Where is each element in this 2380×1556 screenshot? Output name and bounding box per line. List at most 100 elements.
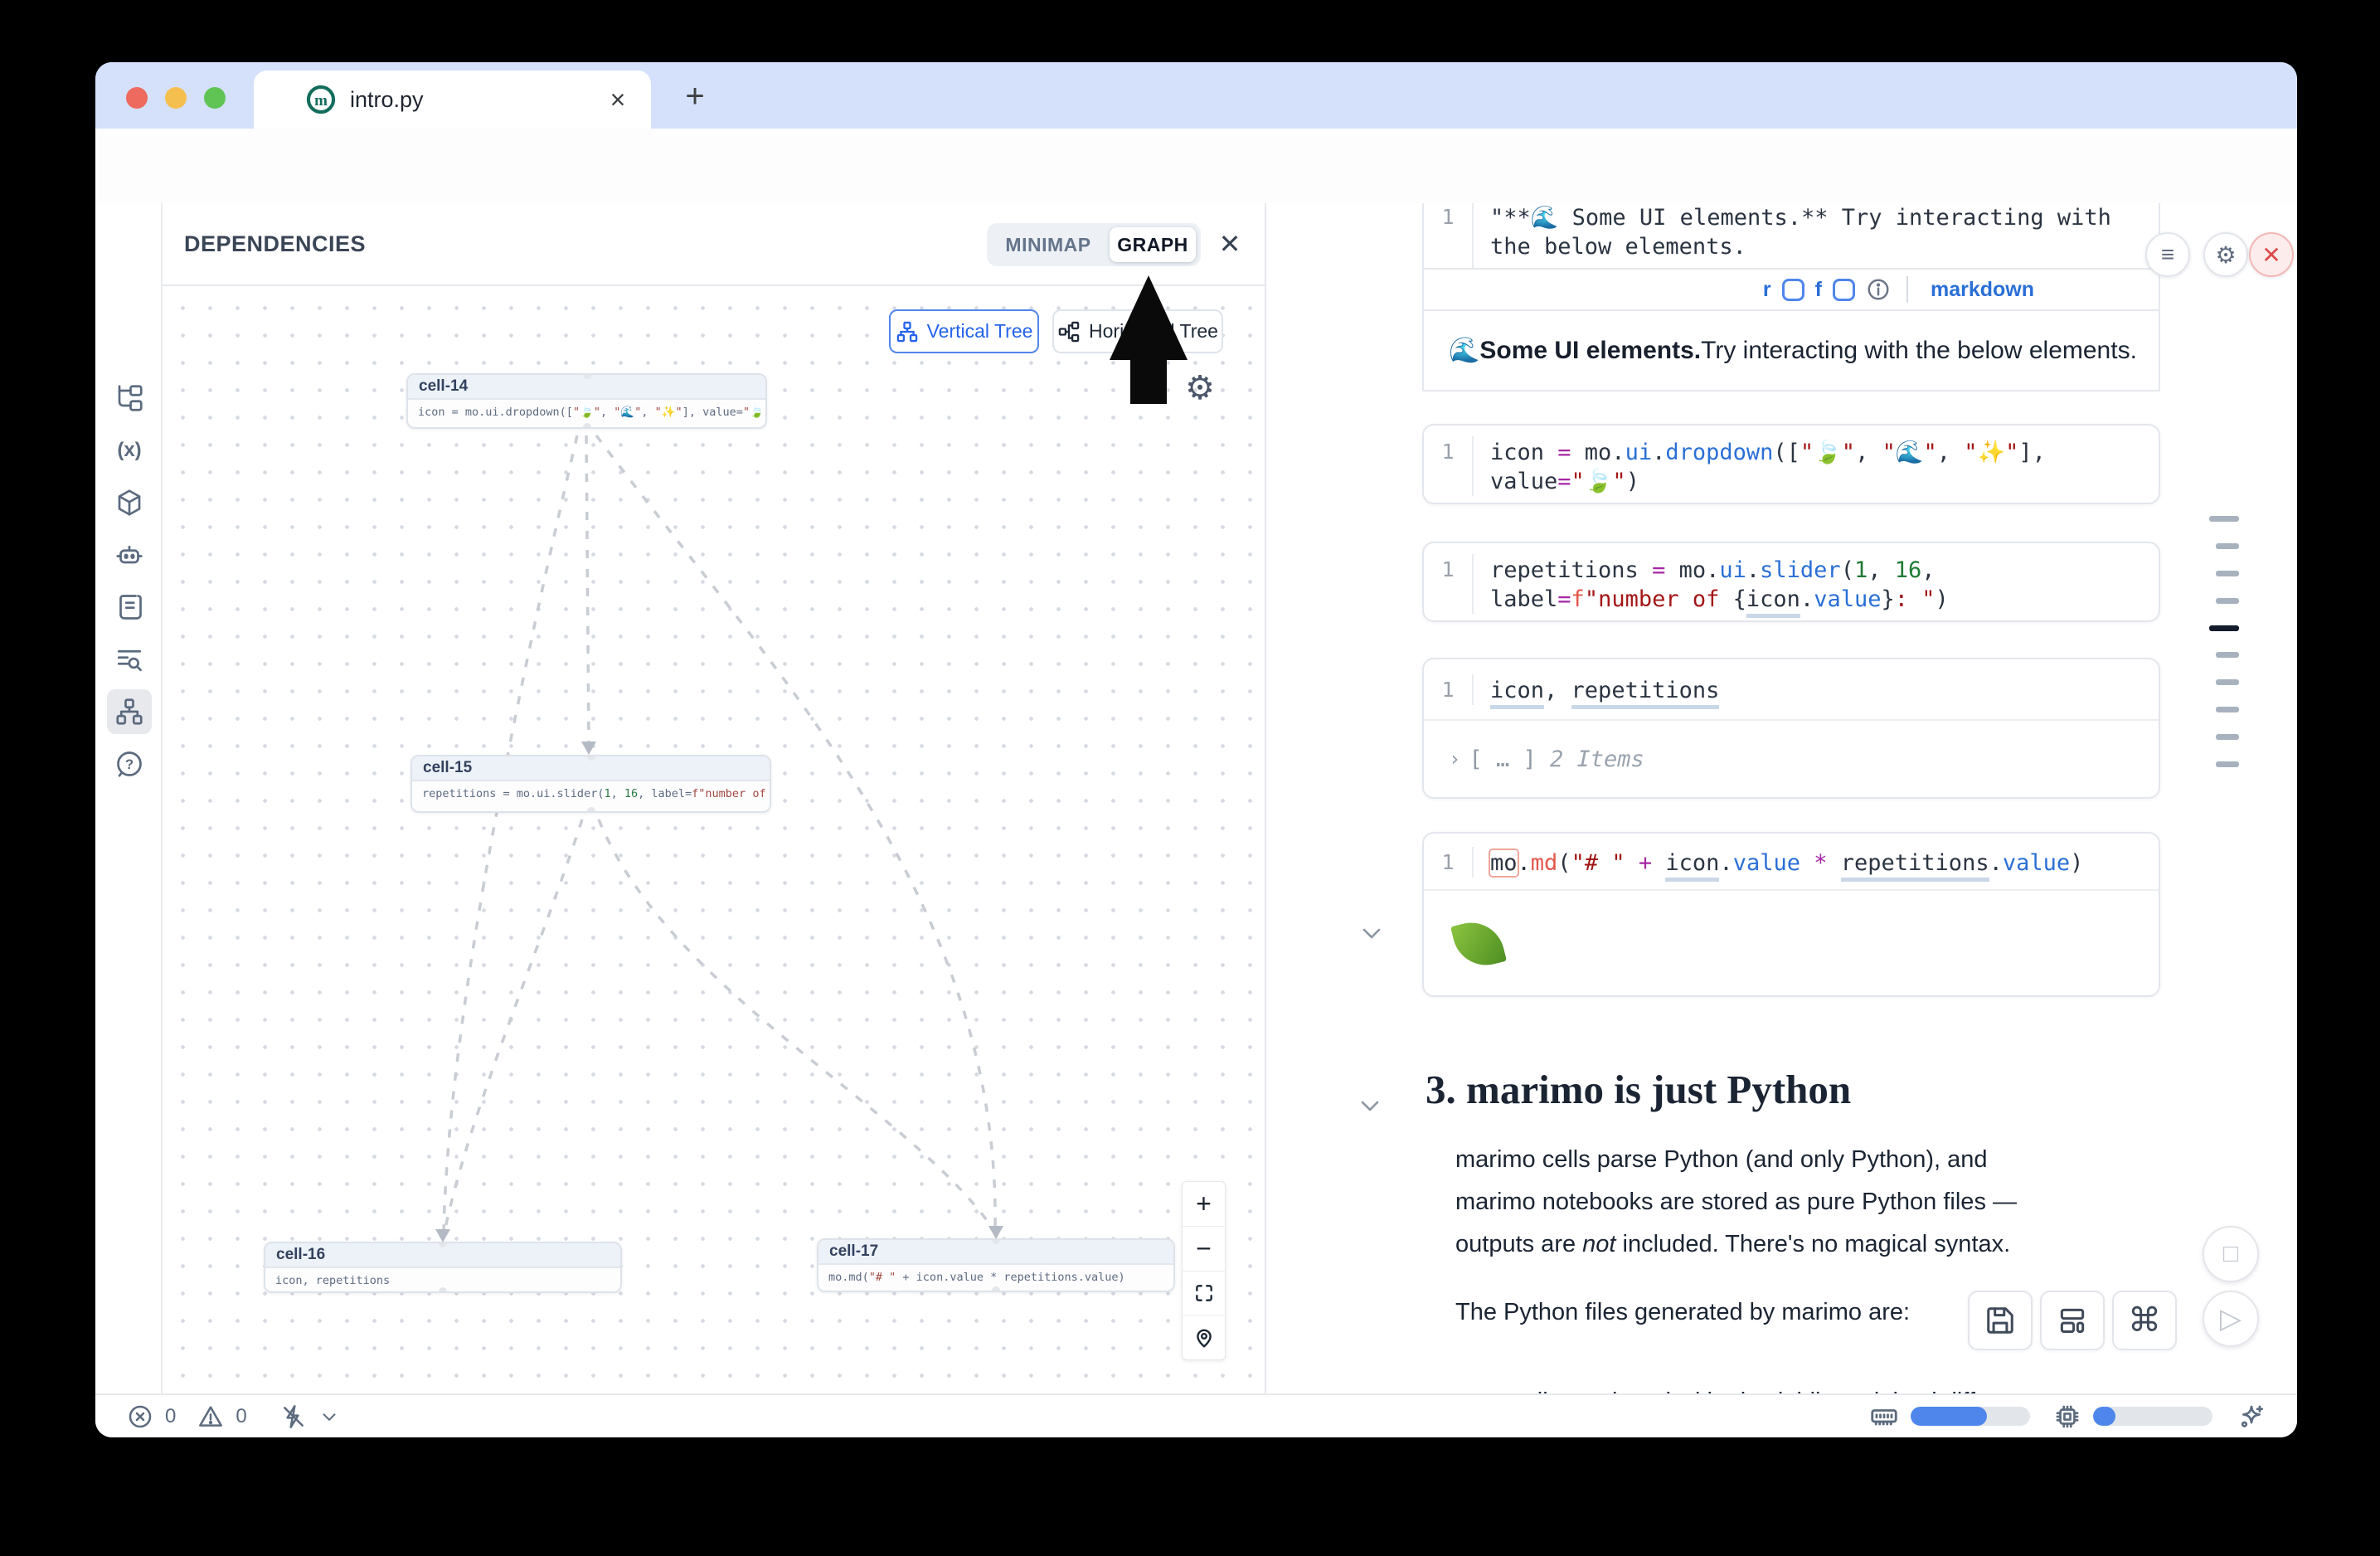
markdown-cell-container: 1 "**🌊 Some UI elements.** Try interacti…: [1422, 203, 2160, 391]
zoom-out-button[interactable]: −: [1183, 1227, 1225, 1272]
minimap-cell-marker[interactable]: [2216, 652, 2239, 658]
line-number: 1: [1424, 436, 1472, 496]
layout-toggle-button[interactable]: [2040, 1291, 2105, 1350]
code-cell-slider[interactable]: 1 repetitions = mo.ui.slider(1, 16, labe…: [1422, 542, 2160, 622]
section-collapse-chevron-icon[interactable]: [1356, 1097, 1384, 1116]
traffic-zoom-button[interactable]: [204, 87, 226, 109]
format-toggle-label: f: [1815, 278, 1822, 302]
tab-title: intro.py: [350, 87, 424, 113]
browser-toolbar: localhost:2718 Guest ⋮: [95, 129, 2297, 203]
cell-info-icon[interactable]: [1866, 277, 1891, 302]
dependencies-panel: DEPENDENCIES MINIMAP GRAPH ✕: [163, 203, 1266, 1393]
graph-node-cell-16[interactable]: cell-16 icon, repetitions: [264, 1242, 622, 1293]
stop-button[interactable]: □: [2203, 1226, 2259, 1282]
node-title[interactable]: cell-15: [412, 756, 770, 781]
scroll-icon: [114, 592, 144, 622]
sidebar-item-packages[interactable]: [107, 480, 152, 525]
vertical-tree-button[interactable]: Vertical Tree: [889, 309, 1039, 353]
code-cell-md[interactable]: 1 mo.md("# " + icon.value * repetitions.…: [1422, 832, 2160, 997]
node-title[interactable]: cell-17: [818, 1240, 1173, 1265]
traffic-close-button[interactable]: [126, 87, 148, 109]
warnings-indicator[interactable]: [197, 1403, 224, 1430]
warning-count: 0: [236, 1405, 246, 1428]
code-line: value="🍃"): [1490, 467, 2046, 496]
minimap-cell-marker[interactable]: [2216, 598, 2239, 604]
tab-graph[interactable]: GRAPH: [1110, 227, 1196, 262]
graph-node-cell-15[interactable]: cell-15 repetitions = mo.ui.slider(1, 16…: [410, 755, 771, 813]
reactive-toggle-checkbox[interactable]: [1782, 279, 1804, 301]
ram-usage-fill: [1911, 1407, 1987, 1426]
ai-sparkle-icon[interactable]: [2237, 1403, 2266, 1431]
graph-node-cell-14[interactable]: cell-14 icon = mo.ui.dropdown(["🍃", "🌊",…: [406, 373, 767, 429]
sidebar-item-logs[interactable]: [107, 585, 152, 630]
minimap-cell-marker[interactable]: [2216, 679, 2239, 685]
fit-view-button[interactable]: [1183, 1272, 1225, 1316]
errors-indicator[interactable]: [127, 1403, 153, 1430]
expand-caret-icon[interactable]: ›: [1449, 747, 1460, 771]
format-toggle-checkbox[interactable]: [1833, 279, 1855, 301]
line-number: 1: [1424, 674, 1472, 705]
sidebar-item-dependencies[interactable]: [107, 689, 152, 734]
output-summary: [ … ] 2 Items: [1469, 746, 1644, 772]
minimap-cell-marker[interactable]: [2216, 761, 2239, 767]
notebook-menu-button[interactable]: ≡: [2145, 232, 2190, 277]
graph-edges: [163, 286, 1266, 1393]
tab-close-icon[interactable]: ×: [600, 82, 635, 117]
minimap-cell-marker[interactable]: [2216, 707, 2239, 712]
dependency-graph-canvas[interactable]: Vertical Tree Horizontal Tree ⚙ cell-14 …: [163, 286, 1266, 1393]
collapse-chevron-icon[interactable]: [1358, 925, 1386, 943]
notebook-panel: 1 "**🌊 Some UI elements.** Try interacti…: [1266, 203, 2297, 1393]
cell-language-label[interactable]: markdown: [1931, 278, 2034, 302]
code-cell-dropdown[interactable]: 1 icon = mo.ui.dropdown(["🍃", "🌊", "✨"],…: [1422, 424, 2160, 504]
panel-close-icon[interactable]: ✕: [1214, 228, 1246, 260]
tab-minimap[interactable]: MINIMAP: [987, 223, 1110, 266]
minimap-cell-marker[interactable]: [2209, 516, 2239, 522]
sidebar-item-file-explorer[interactable]: [107, 376, 152, 421]
locate-button[interactable]: [1183, 1315, 1225, 1359]
traffic-minimize-button[interactable]: [165, 87, 187, 109]
sidebar-item-help[interactable]: ?: [107, 742, 152, 786]
node-code: icon = mo.ui.dropdown(["🍃", "🌊", "✨"], v…: [408, 400, 765, 425]
new-tab-button[interactable]: +: [676, 77, 714, 115]
graph-node-cell-17[interactable]: cell-17 mo.md("# " + icon.value * repeti…: [817, 1238, 1175, 1292]
code-cell-tuple[interactable]: 1 icon, repetitions › [ … ] 2 Items: [1422, 658, 2160, 799]
minimap-cell-marker-active[interactable]: [2209, 625, 2239, 631]
save-button[interactable]: [1968, 1291, 2033, 1350]
graph-settings-gear-icon[interactable]: ⚙: [1179, 367, 1221, 409]
run-button[interactable]: ▷: [2203, 1291, 2259, 1347]
node-title[interactable]: cell-14: [408, 375, 765, 400]
browser-window: m intro.py × + localhost:2718: [95, 62, 2297, 1437]
view-toggle: MINIMAP GRAPH: [987, 223, 1201, 266]
shutdown-button[interactable]: ✕: [2249, 232, 2294, 277]
autorun-toggle[interactable]: [280, 1403, 307, 1430]
minimap-cell-marker[interactable]: [2216, 734, 2239, 740]
section-paragraph: marimo cells parse Python (and only Pyth…: [1455, 1139, 2056, 1266]
notebook-settings-button[interactable]: ⚙: [2203, 232, 2248, 277]
sidebar-item-ai-assistant[interactable]: [107, 532, 152, 577]
node-code: icon, repetitions: [265, 1268, 620, 1293]
markdown-cell-editor[interactable]: 1 "**🌊 Some UI elements.** Try interacti…: [1424, 203, 2159, 268]
minimap-cell-marker[interactable]: [2216, 543, 2239, 549]
layout-icon: [2057, 1305, 2088, 1336]
keyboard-shortcuts-button[interactable]: ⌘: [2112, 1291, 2177, 1350]
reactive-toggle-label: r: [1763, 278, 1771, 302]
warning-triangle-icon: [197, 1403, 224, 1430]
footer-separator: [1906, 276, 1908, 303]
sidebar-item-scratchpad[interactable]: [107, 637, 152, 682]
error-count: 0: [165, 1405, 176, 1428]
stop-icon: □: [2223, 1240, 2238, 1268]
sidebar-item-variables[interactable]: (x): [107, 428, 152, 473]
browser-tab[interactable]: m intro.py ×: [254, 71, 651, 129]
minimap-cell-marker[interactable]: [2216, 571, 2239, 576]
code-line: "**🌊 Some UI elements.** Try interacting…: [1490, 203, 2111, 232]
node-title[interactable]: cell-16: [265, 1243, 620, 1268]
section-heading: 3. marimo is just Python: [1426, 1066, 1851, 1113]
code-line: icon, repetitions: [1490, 676, 1719, 705]
horizontal-tree-button[interactable]: Horizontal Tree: [1052, 309, 1223, 353]
zoom-in-button[interactable]: +: [1183, 1182, 1225, 1227]
svg-text:m: m: [314, 92, 328, 109]
cpu-usage-fill: [2093, 1407, 2115, 1426]
autorun-chevron-icon[interactable]: [318, 1406, 340, 1427]
cell-output: › [ … ] 2 Items: [1424, 719, 2159, 797]
command-icon: ⌘: [2128, 1301, 2161, 1340]
